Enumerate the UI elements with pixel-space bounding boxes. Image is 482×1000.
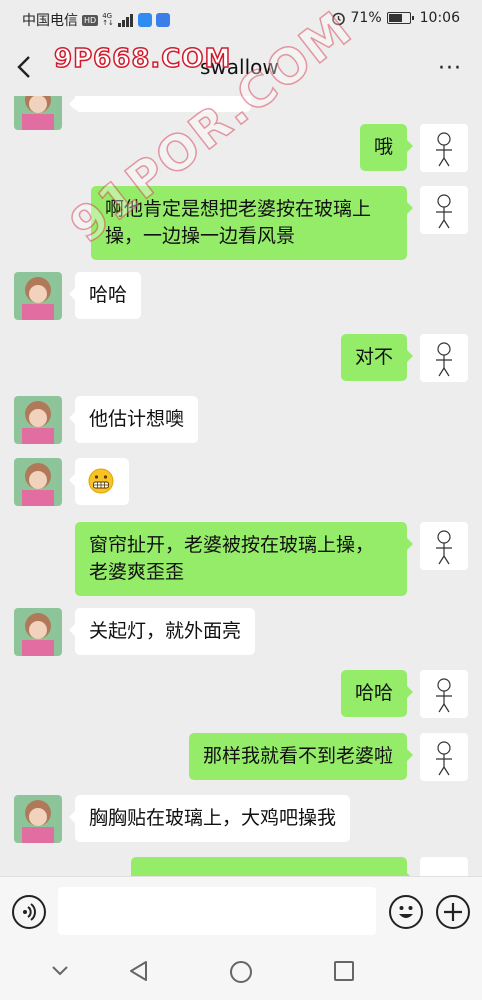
grimacing-face-icon	[88, 468, 114, 494]
clock: 10:06	[419, 10, 460, 26]
system-navigation-bar	[0, 944, 482, 1000]
voice-input-button[interactable]	[12, 895, 46, 929]
back-triangle-icon[interactable]	[128, 960, 150, 982]
message-bubble-partial[interactable]	[131, 857, 413, 876]
message-bubble[interactable]: 他估计想噢	[68, 396, 199, 443]
plus-icon	[444, 903, 462, 921]
my-avatar[interactable]	[420, 670, 468, 718]
watermark: 9P668.COM	[53, 43, 232, 75]
message-line: 窗帘扯开，老婆被按在玻璃上操，	[89, 534, 375, 556]
my-avatar[interactable]	[420, 733, 468, 781]
hd-badge: HD	[82, 14, 99, 26]
message-bubble[interactable]	[69, 458, 129, 505]
signal-icon	[117, 13, 133, 27]
my-avatar[interactable]	[420, 522, 468, 570]
message-input[interactable]	[58, 887, 376, 935]
input-bar	[0, 876, 482, 944]
home-circle-icon[interactable]	[229, 960, 253, 984]
carrier-name: 中国电信	[22, 13, 78, 29]
contact-avatar[interactable]	[14, 96, 62, 130]
bulb-app-icon	[155, 13, 170, 27]
network-activity: ↑↓	[102, 19, 114, 27]
contact-avatar[interactable]	[14, 608, 62, 656]
my-avatar[interactable]	[420, 857, 468, 876]
my-avatar[interactable]	[420, 186, 468, 234]
contact-avatar[interactable]	[14, 272, 62, 320]
search-app-icon	[137, 13, 152, 27]
message-bubble[interactable]: 关起灯，就外面亮	[68, 608, 256, 655]
back-arrow-icon[interactable]	[14, 54, 36, 80]
message-bubble[interactable]: 哈哈	[68, 272, 142, 319]
battery-icon	[386, 12, 414, 24]
my-avatar[interactable]	[420, 124, 468, 172]
more-options-icon[interactable]: ···	[438, 56, 462, 81]
message-bubble[interactable]: 对不	[340, 334, 414, 381]
message-bubble[interactable]: 哈哈	[340, 670, 414, 717]
battery-percent: 71%	[350, 10, 382, 26]
message-bubble[interactable]: 那样我就看不到老婆啦	[188, 733, 414, 780]
smiley-icon	[399, 906, 413, 918]
hide-keyboard-chevron-icon[interactable]	[50, 960, 70, 980]
recents-square-icon[interactable]	[333, 960, 355, 982]
more-functions-button[interactable]	[436, 895, 470, 929]
message-line: 老婆爽歪歪	[89, 561, 185, 583]
contact-avatar[interactable]	[14, 795, 62, 843]
message-bubble[interactable]: 哦	[359, 124, 414, 171]
message-bubble[interactable]: 窗帘扯开，老婆被按在玻璃上操， 老婆爽歪歪	[75, 522, 413, 596]
contact-avatar[interactable]	[14, 396, 62, 444]
status-bar: 中国电信 HD 4G ↑↓ 71% 10:06	[0, 0, 482, 38]
message-bubble[interactable]: 胸胸贴在玻璃上，大鸡吧操我	[68, 795, 351, 842]
contact-avatar[interactable]	[14, 458, 62, 506]
message-line: 操，一边操一边看风景	[105, 225, 296, 247]
emoji-button[interactable]	[389, 895, 423, 929]
voice-icon	[23, 903, 36, 921]
my-avatar[interactable]	[420, 334, 468, 382]
